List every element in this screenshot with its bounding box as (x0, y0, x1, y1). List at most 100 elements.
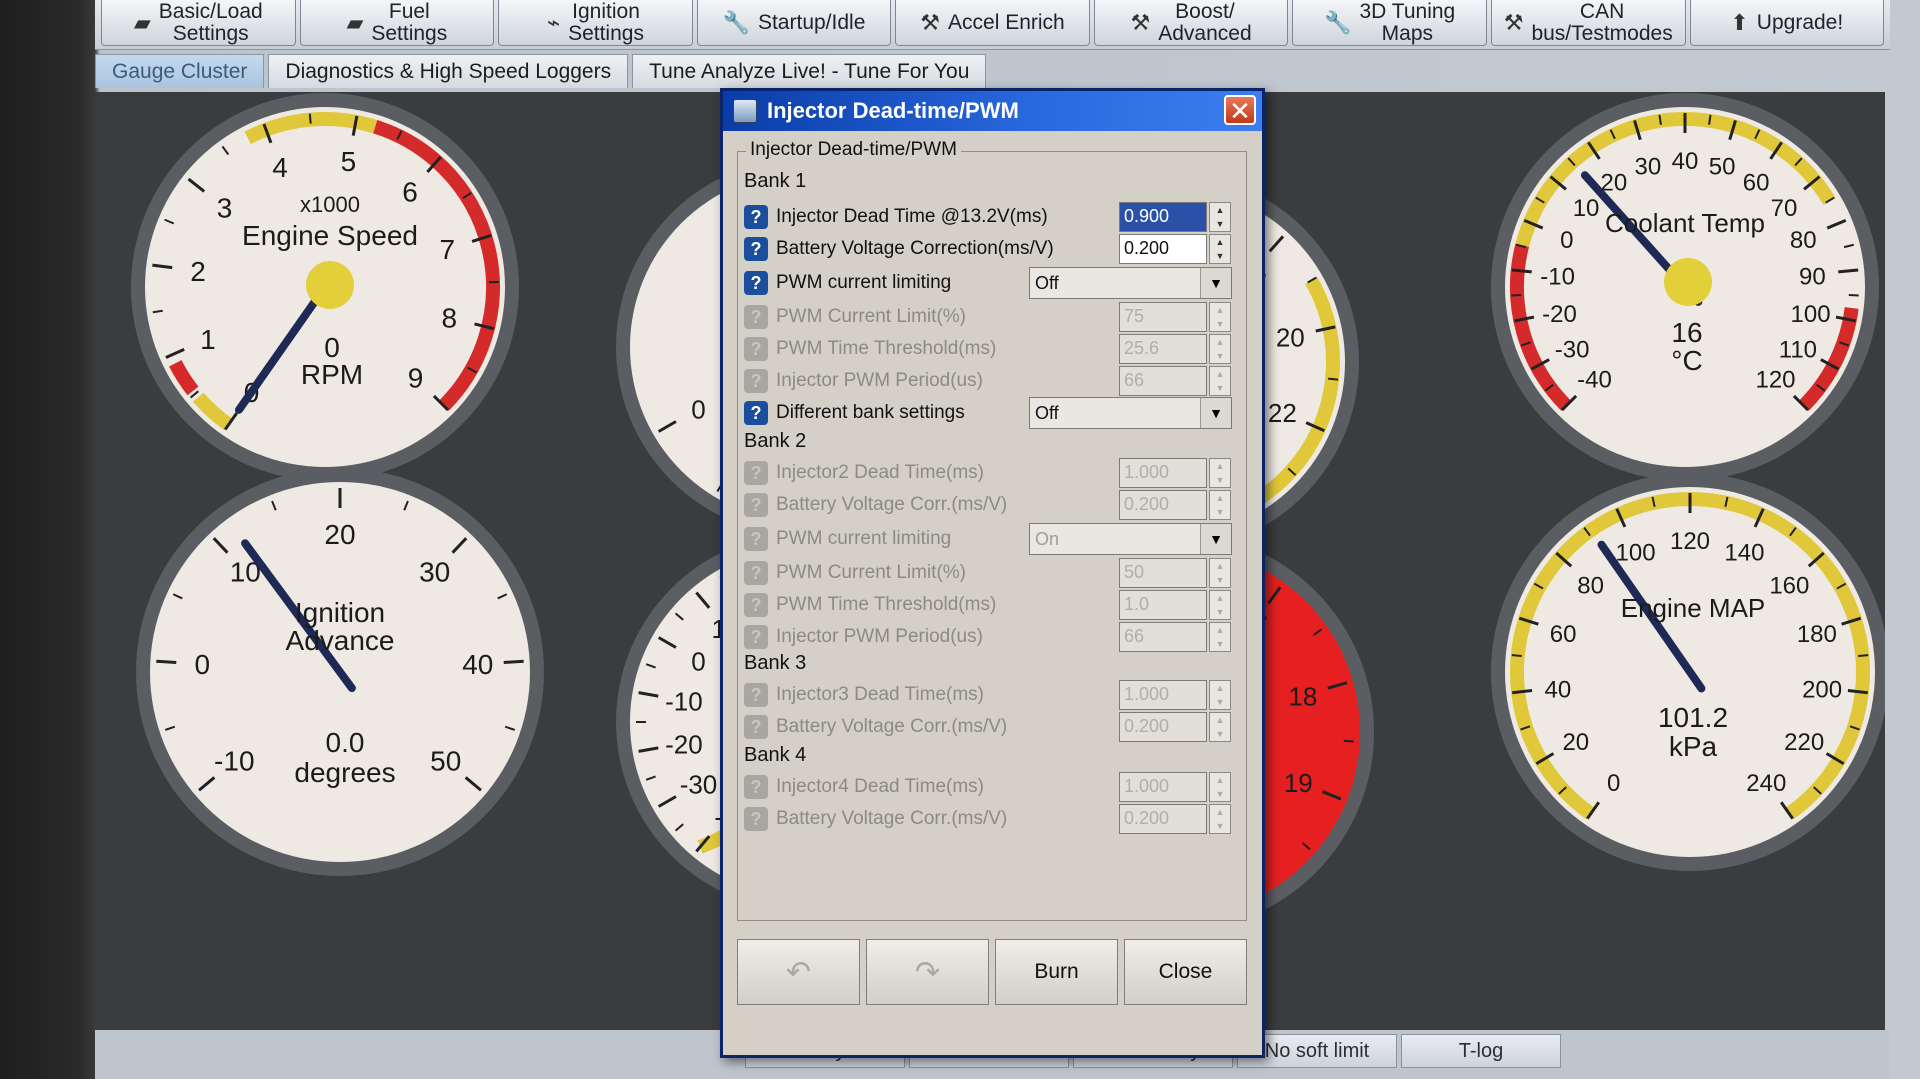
value-input: 1.0 (1119, 590, 1207, 620)
help-icon[interactable]: ? (744, 205, 768, 229)
select-value: On (1035, 529, 1060, 549)
engine-icon: ▰ (133, 9, 151, 35)
dialog-title-bar[interactable]: Injector Dead-time/PWM ✕ (723, 91, 1262, 131)
app-icon (733, 99, 757, 123)
select-dropdown[interactable]: Off ▼ (1029, 397, 1232, 429)
gauge-tick-label: 40 (462, 649, 493, 680)
toolbar-button-label: CAN bus/Testmodes (1531, 0, 1673, 45)
spinner-arrows-icon[interactable]: ▲ ▼ (1209, 202, 1231, 232)
gauge-tick-label: 0 (691, 647, 705, 677)
value-input: 0.200 (1119, 490, 1207, 520)
help-icon: ? (744, 561, 768, 585)
toolbar-button-label: Basic/Load Settings (158, 0, 263, 45)
toolbar-button-3[interactable]: 🔧 Startup/Idle (696, 0, 892, 46)
gauge-tick-label: 0 (194, 649, 210, 680)
spinner-arrows-icon[interactable]: ▲ ▼ (1209, 234, 1231, 264)
gauge-tick-label: 1 (200, 324, 216, 355)
help-icon: ? (744, 369, 768, 393)
toolbar-button-8[interactable]: ⬆ Upgrade! (1689, 0, 1885, 46)
setting-label: Injector3 Dead Time(ms) (776, 684, 985, 705)
toolbar-button-label: Ignition Settings (568, 0, 644, 45)
gauge-minor-tick (1328, 377, 1339, 381)
select-value: Off (1035, 403, 1059, 423)
toolbar-button-label: Accel Enrich (948, 10, 1065, 34)
tab-gauge-cluster[interactable]: Gauge Cluster (95, 54, 265, 88)
setting-label: Injector2 Dead Time(ms) (776, 462, 985, 483)
settings-group: Injector Dead-time/PWM Bank 1? Injector D… (737, 139, 1247, 921)
gauge-tick-label: -20 (1542, 301, 1577, 328)
value-spinner[interactable]: 0.200 ▲ ▼ (1119, 234, 1232, 264)
wrench-icon: 🔧 (1324, 9, 1352, 35)
setting-row: ? Different bank settings Off ▼ (744, 396, 1240, 430)
setting-row: ? Battery Voltage Corr.(ms/V) 0.200 ▲ ▼ (744, 710, 1240, 744)
value-spinner: 0.200 ▲ ▼ (1119, 712, 1232, 742)
gauge-tick-label: 8 (441, 303, 457, 334)
toolbar-button-6[interactable]: 🔧 3D Tuning Maps (1292, 0, 1487, 46)
value-input[interactable]: 0.200 (1119, 234, 1207, 264)
app-window: ▰ Basic/Load Settings ▰ Fuel Settings ⌁ Ignit… (0, 0, 1920, 1079)
help-icon[interactable]: ? (744, 271, 768, 295)
gauge-minor-tick (1858, 654, 1869, 658)
burn-button[interactable]: Burn (995, 939, 1118, 1005)
undo-button[interactable]: ↶ (737, 939, 860, 1005)
gauge-scale-note: x1000 (300, 192, 360, 217)
close-button[interactable]: Close (1124, 939, 1247, 1005)
dialog-button-row: ↶ ↷ Burn Close (737, 939, 1247, 1011)
help-icon: ? (744, 593, 768, 617)
setting-row: ? PWM current limiting Off ▼ (744, 266, 1240, 300)
spinner-arrows-icon: ▲ ▼ (1209, 712, 1231, 742)
bank-heading: Bank 3 (744, 652, 807, 674)
gauge-minor-tick (1343, 739, 1354, 743)
gauge-tick-label: 7 (439, 234, 455, 265)
setting-row: ? PWM Time Threshold(ms) 1.0 ▲ ▼ (744, 588, 1240, 622)
help-icon[interactable]: ? (744, 237, 768, 261)
spinner-arrows-icon: ▲ ▼ (1209, 458, 1231, 488)
coolant-temp-gauge: -40-30-20-100102030 40 5060708090100110120… (1491, 93, 1879, 481)
fuel-icon: ▰ (346, 9, 364, 35)
gauge-tick-label: 19 (1284, 768, 1313, 798)
status-t-log: T-log (1401, 1034, 1561, 1068)
tab-tune-analyze[interactable]: Tune Analyze Live! - Tune For You (632, 54, 987, 88)
setting-label: Injector PWM Period(us) (776, 370, 983, 391)
spinner-arrows-icon: ▲ ▼ (1209, 302, 1231, 332)
setting-label: Injector Dead Time @13.2V(ms) (776, 206, 1048, 227)
value-spinner: 1.0 ▲ ▼ (1119, 590, 1232, 620)
toolbar-button-2[interactable]: ⌁ Ignition Settings (498, 0, 693, 46)
setting-label: PWM Time Threshold(ms) (776, 338, 997, 359)
close-icon[interactable]: ✕ (1224, 95, 1256, 125)
help-icon[interactable]: ? (744, 401, 768, 425)
toolbar-button-label: Boost/ Advanced (1158, 0, 1252, 45)
select-dropdown[interactable]: Off ▼ (1029, 267, 1232, 299)
spinner-arrows-icon: ▲ ▼ (1209, 772, 1231, 802)
ignition-advance-gauge: -1001020304050IgnitionAdvance0.0degrees (136, 468, 544, 876)
toolbar-button-1[interactable]: ▰ Fuel Settings (299, 0, 495, 46)
chevron-down-icon[interactable]: ▼ (1200, 398, 1231, 428)
toolbar-button-label: Startup/Idle (757, 10, 866, 34)
redo-button[interactable]: ↷ (866, 939, 989, 1005)
toolbar-button-5[interactable]: ⚒ Boost/ Advanced (1093, 0, 1289, 46)
gauge-tick-label: 20 (324, 519, 355, 550)
toolbar-button-0[interactable]: ▰ Basic/Load Settings (101, 0, 296, 46)
chevron-down-icon[interactable]: ▼ (1200, 268, 1231, 298)
gauge-tick-label: 4 (272, 152, 288, 183)
gauge-tick-label: 0 (691, 395, 705, 425)
hammer-icon: ⚒ (1130, 9, 1151, 35)
select-value: Off (1035, 273, 1059, 293)
toolbar-button-4[interactable]: ⚒ Accel Enrich (895, 0, 1090, 46)
gauge-tick (1838, 268, 1859, 274)
gauge-tick-label: 240 (1746, 770, 1786, 797)
gauge-tick-label: -30 (680, 770, 718, 800)
spinner-arrows-icon: ▲ ▼ (1209, 558, 1231, 588)
toolbar-button-label: 3D Tuning Maps (1359, 0, 1456, 45)
toolbar-button-7[interactable]: ⚒ CAN bus/Testmodes (1490, 0, 1686, 46)
value-spinner[interactable]: 0.900 ▲ ▼ (1119, 202, 1232, 232)
setting-row: ? Battery Voltage Corr.(ms/V) 0.200 ▲ ▼ (744, 488, 1240, 522)
value-input[interactable]: 0.900 (1119, 202, 1207, 232)
tab-diagnostics[interactable]: Diagnostics & High Speed Loggers (268, 54, 629, 88)
gauge-tick-label: 5 (341, 146, 357, 177)
gauge-tick-label: 6 (402, 176, 418, 207)
spinner-arrows-icon: ▲ ▼ (1209, 334, 1231, 364)
setting-row: ? Injector PWM Period(us) 66 ▲ ▼ (744, 364, 1240, 398)
toolbar-button-label: Fuel Settings (371, 0, 448, 45)
setting-label: Battery Voltage Corr.(ms/V) (776, 716, 1008, 737)
